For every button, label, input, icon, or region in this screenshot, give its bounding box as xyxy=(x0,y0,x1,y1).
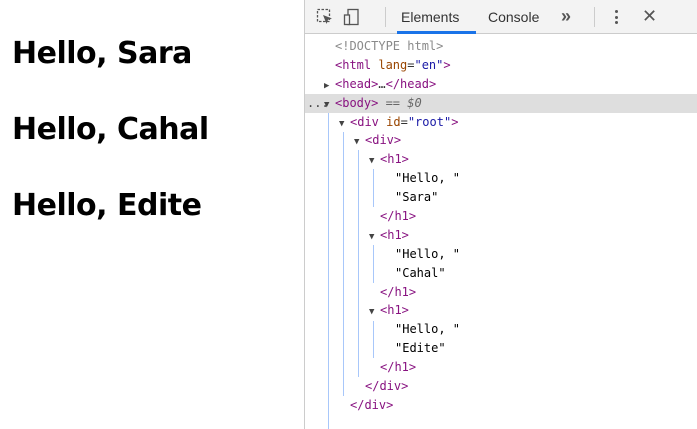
dom-node-row[interactable]: ▼ <h1> xyxy=(305,301,697,320)
dom-node-row[interactable]: </div> xyxy=(305,396,697,415)
doctype-node: <!DOCTYPE html> xyxy=(335,39,444,53)
dom-node: </div> xyxy=(339,396,393,415)
text-node: "Sara" xyxy=(395,190,439,205)
dom-node-row[interactable]: </h1> xyxy=(305,207,697,226)
dom-node-row[interactable]: ▼ <div id="root"> xyxy=(305,113,697,132)
dom-node-row[interactable]: ... ▼ <body> == $0 xyxy=(305,93,697,115)
rendered-page: Hello, Sara Hello, Cahal Hello, Edite xyxy=(0,0,304,429)
indent-guide-line xyxy=(343,131,344,397)
more-options-icon[interactable] xyxy=(609,8,623,26)
dom-node: ▼ <div> xyxy=(354,131,401,152)
indent-guide-line xyxy=(358,150,359,378)
dom-node-row[interactable]: <html lang="en"> xyxy=(305,56,697,75)
attribute-name: id xyxy=(378,114,401,129)
screenshot-root: Hello, Sara Hello, Cahal Hello, Edite El… xyxy=(0,0,697,429)
attribute-name: lang xyxy=(371,57,408,72)
inspect-element-icon[interactable] xyxy=(314,6,336,28)
dom-node-row[interactable]: "Hello, " xyxy=(305,320,697,339)
dom-node: "Cahal" xyxy=(384,264,446,283)
dom-node-row[interactable]: "Hello, " xyxy=(305,245,697,264)
greeting-heading: Hello, Cahal xyxy=(12,112,209,147)
dom-node-row[interactable]: ▼ <div> xyxy=(305,131,697,150)
greeting-heading: Hello, Sara xyxy=(12,36,192,71)
dom-node: ▼ <h1> xyxy=(369,301,409,322)
indent-guide-line xyxy=(328,112,329,429)
tag-name: </h1> xyxy=(380,209,417,224)
dom-node: ▼ <body> == $0 xyxy=(324,94,422,115)
tag-name: <div> xyxy=(365,133,402,148)
tag-name: </div> xyxy=(350,397,394,412)
toolbar-separator xyxy=(594,7,595,27)
dom-node-row[interactable]: </h1> xyxy=(305,283,697,302)
dom-node: ▼ <h1> xyxy=(369,226,409,247)
dom-node: </div> xyxy=(354,377,408,396)
dom-node: ▼ <div id="root"> xyxy=(339,113,458,134)
dom-node-row[interactable]: "Edite" xyxy=(305,339,697,358)
dom-node: "Edite" xyxy=(384,339,446,358)
tag-name: <body> xyxy=(335,95,379,110)
attribute-value: "root" xyxy=(407,114,452,129)
text-node: "Edite" xyxy=(395,341,446,356)
dom-node: <html lang="en"> xyxy=(324,56,451,75)
tag-name: </h1> xyxy=(380,360,417,375)
indent-guide-line xyxy=(373,244,374,283)
text-node: "Hello, " xyxy=(395,171,461,186)
tag-name: </div> xyxy=(365,379,409,394)
greeting-heading: Hello, Edite xyxy=(12,188,202,223)
dom-node-row[interactable]: <!DOCTYPE html> xyxy=(305,37,697,56)
dom-node: "Hello, " xyxy=(384,320,460,339)
dom-node-row[interactable]: "Sara" xyxy=(305,188,697,207)
devtools-toolbar: Elements Console » ✕ xyxy=(305,0,697,34)
dom-node: "Hello, " xyxy=(384,169,460,188)
tag-name: <head> xyxy=(335,76,379,91)
text-node: "Hello, " xyxy=(395,246,461,261)
dom-node-row[interactable]: "Cahal" xyxy=(305,264,697,283)
device-toolbar-icon[interactable] xyxy=(341,6,363,28)
dom-tree: <!DOCTYPE html> <html lang="en"> ▶ <head>…<… xyxy=(305,37,697,429)
tab-elements[interactable]: Elements xyxy=(397,0,463,34)
tag-name: <html xyxy=(335,57,372,72)
dom-node: ▶ <head>…</head> xyxy=(324,75,436,96)
tag-name: <div xyxy=(350,114,379,129)
dom-node-row[interactable]: ▶ <head>…</head> xyxy=(305,75,697,94)
dom-node-row[interactable]: "Hello, " xyxy=(305,169,697,188)
selected-node-marker: == $0 xyxy=(378,95,422,110)
indent-guide-line xyxy=(373,169,374,208)
dom-node: </h1> xyxy=(369,207,416,226)
dom-node: <!DOCTYPE html> xyxy=(324,37,443,56)
dom-node: "Sara" xyxy=(384,188,438,207)
toolbar-separator xyxy=(385,7,386,27)
attribute-equals: = xyxy=(400,114,408,129)
tag-name: <h1> xyxy=(380,303,409,318)
tag-name: > xyxy=(451,114,459,129)
collapsed-ellipsis: … xyxy=(378,76,386,91)
dom-node-row[interactable]: </div> xyxy=(305,377,697,396)
dom-node: "Hello, " xyxy=(384,245,460,264)
active-tab-indicator xyxy=(397,31,476,34)
dom-node: </h1> xyxy=(369,283,416,302)
tag-name: </h1> xyxy=(380,284,417,299)
dom-node: </h1> xyxy=(369,358,416,377)
tag-name: <h1> xyxy=(380,152,409,167)
close-icon[interactable]: ✕ xyxy=(642,0,657,34)
dom-node-row[interactable]: </h1> xyxy=(305,358,697,377)
text-node: "Hello, " xyxy=(395,322,461,337)
tag-name: </head> xyxy=(385,76,437,91)
tag-name: > xyxy=(443,57,451,72)
more-tabs-icon[interactable]: » xyxy=(561,0,571,34)
devtools-panel: Elements Console » ✕ <!DOCTYPE html> <htm… xyxy=(304,0,697,429)
dom-node-row[interactable]: ▼ <h1> xyxy=(305,150,697,169)
dom-node-row[interactable]: ▼ <h1> xyxy=(305,226,697,245)
dom-node: ▼ <h1> xyxy=(369,150,409,171)
text-node: "Cahal" xyxy=(395,265,446,280)
tab-console[interactable]: Console xyxy=(484,0,543,34)
indent-guide-line xyxy=(373,320,374,359)
tag-name: <h1> xyxy=(380,227,409,242)
attribute-value: "en" xyxy=(414,57,444,72)
